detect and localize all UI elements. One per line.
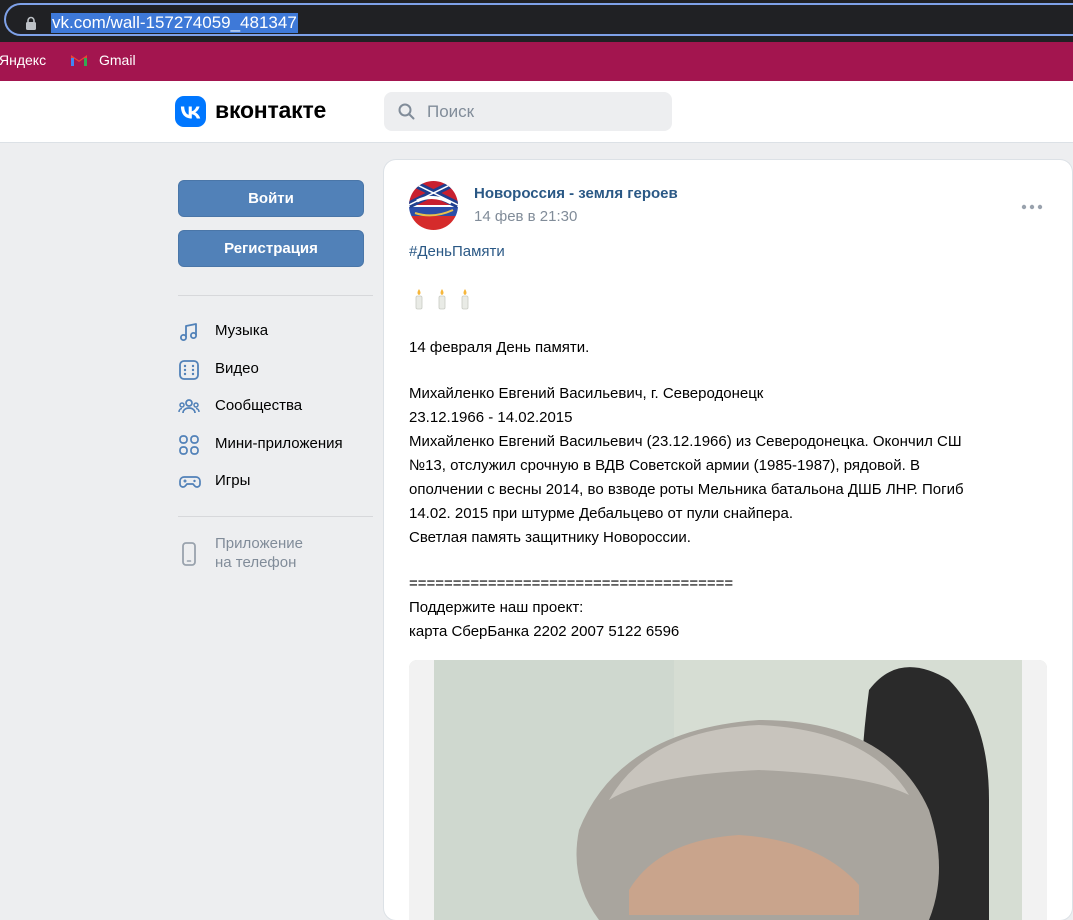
phone-app-line2: на телефон (215, 554, 297, 571)
vk-header: вконтакте Поиск (0, 81, 1073, 143)
post-line: 14.02. 2015 при штурме Дебальцево от пул… (409, 505, 794, 522)
post-line: Поддержите наш проект: (409, 599, 584, 616)
post-line: ===================================== (409, 575, 734, 592)
post-line: карта СберБанка 2202 2007 5122 6596 (409, 623, 680, 640)
post-line: Светлая память защитнику Новороссии. (409, 529, 691, 546)
sidebar-item-label: Мини-приложения (215, 435, 343, 452)
sidebar-item-label: Сообщества (215, 397, 303, 414)
post-line: Михайленко Евгений Васильевич (23.12.196… (409, 433, 962, 450)
post-line: 23.12.1966 - 14.02.2015 (409, 409, 573, 426)
wall-post: Новороссия - земля героев 14 фев в 21:30… (384, 160, 1072, 920)
url-text[interactable]: vk.com/wall-157274059_481347 (51, 13, 298, 33)
browser-address-bar: vk.com/wall-157274059_481347 (0, 0, 1073, 42)
bookmarks-bar: Яндекс Gmail (0, 42, 1073, 81)
candle-icon (415, 289, 423, 310)
more-icon[interactable] (1021, 203, 1043, 211)
lock-icon (26, 16, 36, 30)
sidebar-item-games[interactable]: Игры (178, 467, 378, 497)
sidebar-item-video[interactable]: Видео (178, 355, 378, 385)
sidebar-item-phone-app[interactable]: Приложение на телефон (178, 533, 378, 583)
sidebar-divider (178, 295, 373, 296)
login-button[interactable]: Войти (178, 180, 364, 217)
vk-logo-text[interactable]: вконтакте (215, 97, 326, 124)
post-line: Михайленко Евгений Васильевич, г. Северо… (409, 385, 764, 402)
sidebar-item-music[interactable]: Музыка (178, 317, 378, 347)
sidebar-item-mini-apps[interactable]: Мини-приложения (178, 430, 378, 460)
group-name-link[interactable]: Новороссия - земля героев (474, 185, 678, 202)
mini-apps-icon (179, 435, 199, 455)
search-placeholder: Поиск (427, 102, 475, 121)
video-icon (179, 360, 199, 380)
sidebar-item-communities[interactable]: Сообщества (178, 392, 378, 422)
post-photo[interactable] (409, 660, 1047, 920)
sidebar-item-label: Игры (215, 472, 251, 489)
vk-logo-icon[interactable] (175, 96, 206, 127)
post-date[interactable]: 14 фев в 21:30 (474, 208, 577, 225)
post-line: ополчении с весны 2014, во взводе роты М… (409, 481, 964, 498)
phone-app-label: Приложение на телефон (215, 534, 303, 572)
url-field[interactable]: vk.com/wall-157274059_481347 (4, 3, 1073, 36)
phone-app-line1: Приложение (215, 535, 303, 552)
search-icon (398, 103, 415, 120)
candles-emoji (413, 288, 473, 315)
hashtag-text[interactable]: #ДеньПамяти (409, 243, 505, 260)
search-input[interactable]: Поиск (384, 92, 672, 131)
communities-icon (178, 399, 200, 414)
bookmark-gmail[interactable]: Gmail (99, 51, 136, 69)
music-icon (180, 323, 197, 341)
register-button[interactable]: Регистрация (178, 230, 364, 267)
sidebar-item-label: Музыка (215, 322, 269, 339)
sidebar-item-label: Видео (215, 360, 259, 377)
group-avatar[interactable] (409, 181, 458, 230)
post-line: №13, отслужил срочную в ВДВ Советской ар… (409, 457, 920, 474)
games-icon (179, 476, 201, 488)
phone-icon (182, 542, 196, 566)
gmail-icon (71, 55, 87, 66)
bookmark-yandex[interactable]: Яндекс (0, 51, 46, 69)
post-line: 14 февраля День памяти. (409, 339, 590, 356)
hashtag-link[interactable]: #ДеньПамяти (409, 240, 1049, 264)
sidebar-divider (178, 516, 373, 517)
